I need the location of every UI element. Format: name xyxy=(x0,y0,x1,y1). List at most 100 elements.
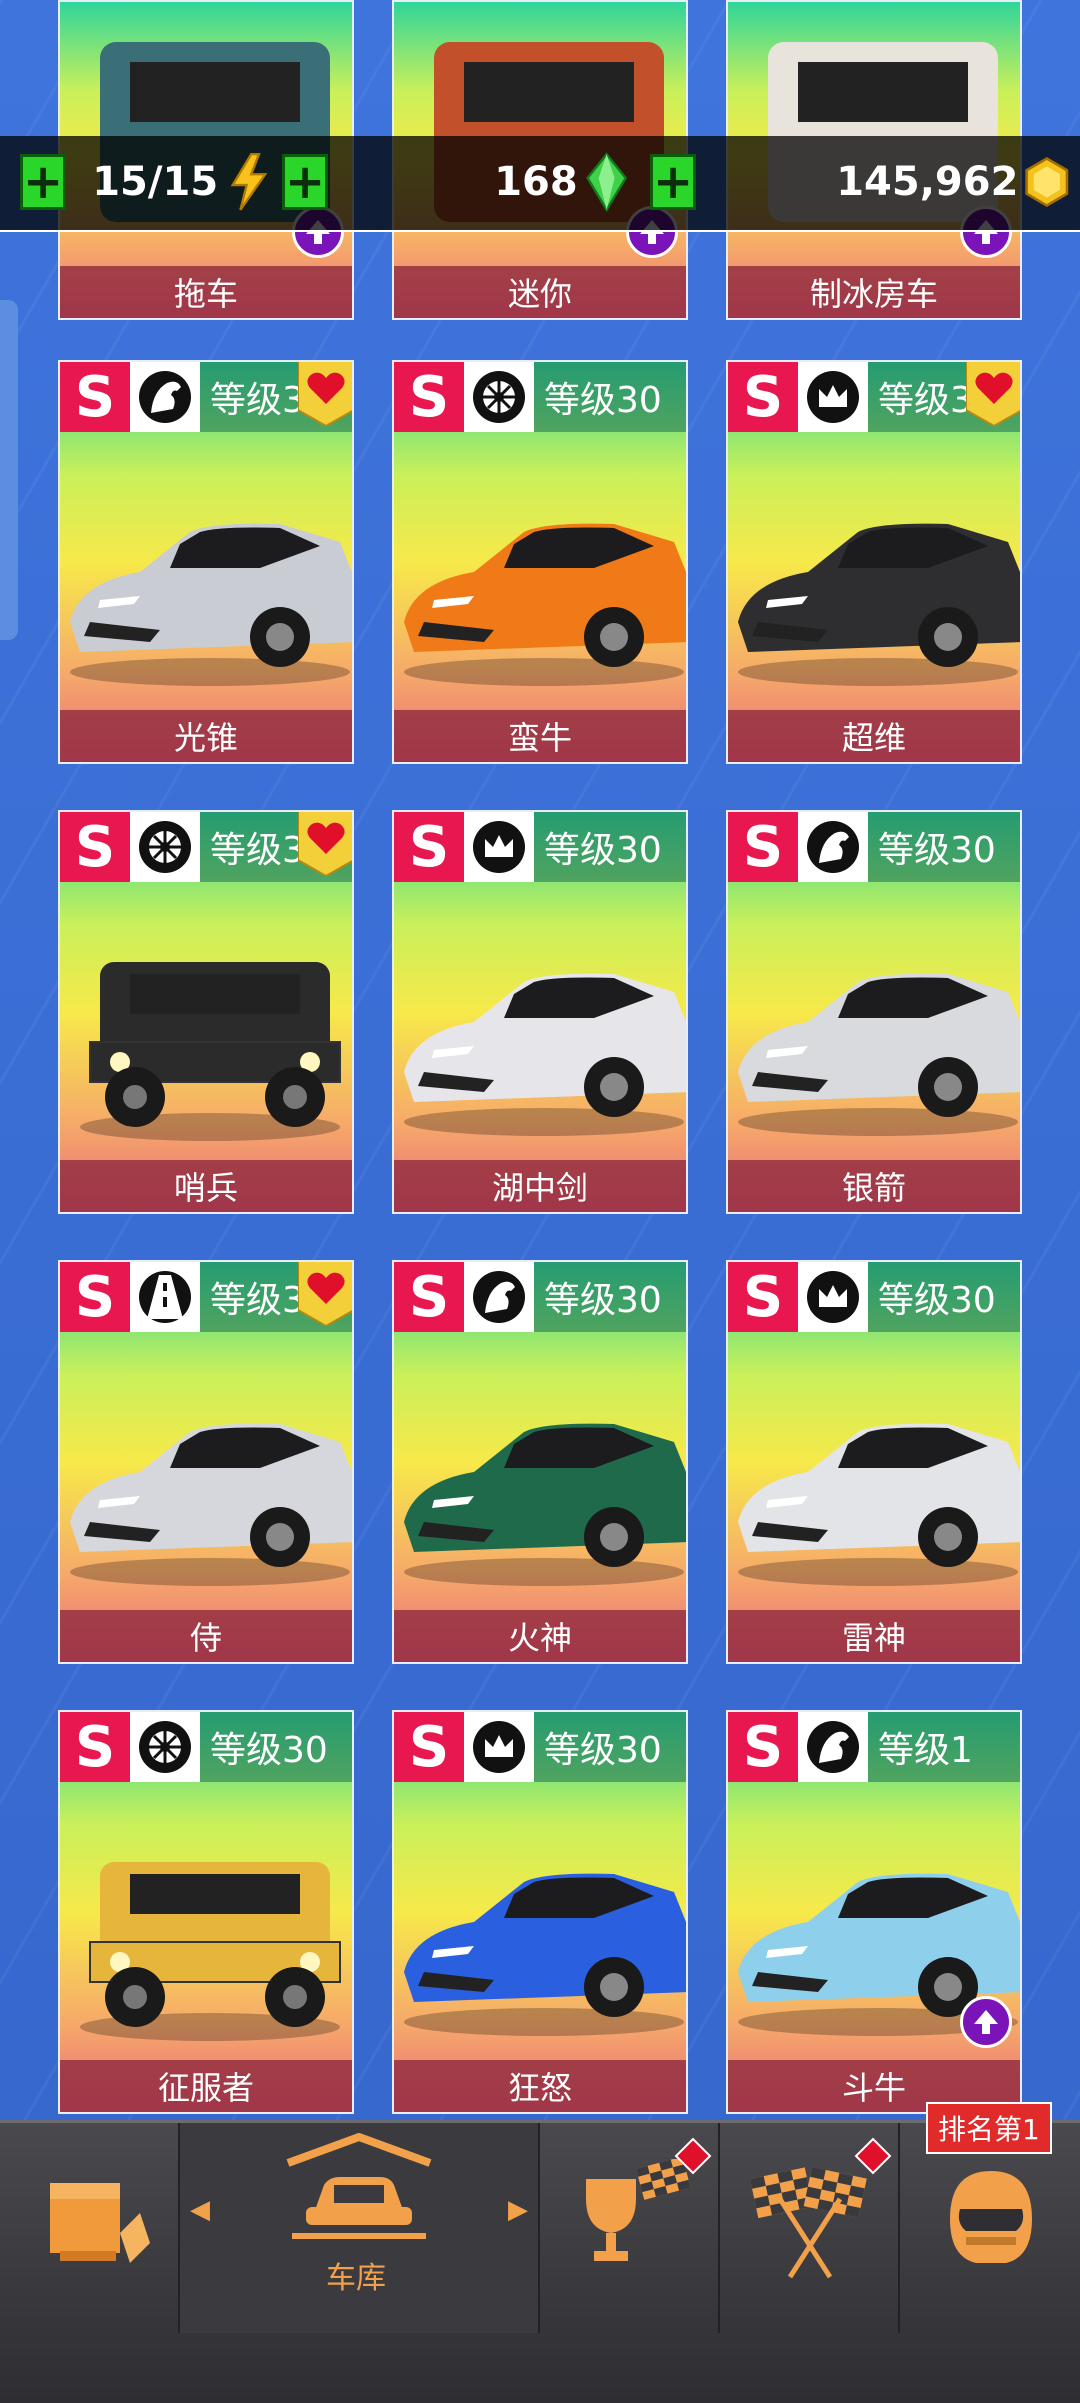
checkered-flags-icon xyxy=(750,2167,867,2279)
coin-icon xyxy=(1025,157,1069,207)
car-image xyxy=(60,1822,352,2052)
wheel-icon xyxy=(130,1712,200,1782)
garage-car-icon xyxy=(286,2133,432,2239)
card-badges: S 等级30 xyxy=(728,1262,1020,1332)
rank-badge-s: S xyxy=(60,1712,130,1782)
car-name: 迷你 xyxy=(394,266,686,318)
card-badges: S 等级30 xyxy=(394,1712,686,1782)
car-card[interactable]: S 等级30 银箭 xyxy=(726,810,1022,1214)
helmet-icon xyxy=(950,2171,1032,2263)
gems-resource: + 168 xyxy=(282,150,627,214)
favorite-heart-icon[interactable] xyxy=(297,362,352,428)
car-card[interactable]: S 等级30 雷神 xyxy=(726,1260,1022,1664)
rank-badge-s: S xyxy=(728,1262,798,1332)
car-image xyxy=(394,472,686,702)
chevron-left-icon[interactable]: ◀ xyxy=(190,2195,210,2225)
car-card[interactable]: S 等级3 侍 xyxy=(58,1260,354,1664)
car-image xyxy=(394,1372,686,1602)
bottom-navigation: ◀ 车库 ▶ xyxy=(0,2120,1080,2403)
rank-badge-s: S xyxy=(60,812,130,882)
upgrade-available-icon xyxy=(960,1996,1012,2048)
car-level: 等级30 xyxy=(534,812,686,882)
car-level: 等级30 xyxy=(534,1262,686,1332)
chevron-right-icon[interactable]: ▶ xyxy=(508,2195,528,2225)
car-level: 等级30 xyxy=(200,1712,352,1782)
car-name: 哨兵 xyxy=(60,1160,352,1212)
car-name: 雷神 xyxy=(728,1610,1020,1662)
car-name: 超维 xyxy=(728,710,1020,762)
car-image xyxy=(60,1372,352,1602)
car-name: 火神 xyxy=(394,1610,686,1662)
favorite-heart-icon[interactable] xyxy=(297,812,352,878)
gems-value: 168 xyxy=(494,159,578,205)
trophy-flag-icon xyxy=(586,2159,691,2261)
car-card[interactable]: S 等级30 狂怒 xyxy=(392,1710,688,2114)
favorite-heart-icon[interactable] xyxy=(965,362,1020,428)
add-gems-button[interactable]: + xyxy=(282,154,329,210)
car-name: 拖车 xyxy=(60,266,352,318)
nav-garage[interactable]: ◀ 车库 ▶ xyxy=(180,2123,540,2333)
crown-icon xyxy=(798,1262,868,1332)
car-grid: 拖车 迷你 制冰房车 S 等级3 光锥 S 等级30 蛮牛 S 等级3 超维 S 等级3 哨兵 S 等级30 湖中… xyxy=(0,0,1080,2120)
nav-events[interactable] xyxy=(540,2123,720,2333)
rank-badge-s: S xyxy=(60,1262,130,1332)
nav-shop[interactable] xyxy=(0,2123,180,2333)
car-card[interactable]: S 等级30 征服者 xyxy=(58,1710,354,2114)
car-card[interactable]: S 等级3 哨兵 xyxy=(58,810,354,1214)
car-card[interactable]: S 等级1 斗牛 xyxy=(726,1710,1022,2114)
card-badges: S 等级1 xyxy=(728,1712,1020,1782)
rank-badge-s: S xyxy=(394,1262,464,1332)
crown-icon xyxy=(464,812,534,882)
car-card[interactable]: S 等级30 蛮牛 xyxy=(392,360,688,764)
horse-icon xyxy=(798,1712,868,1782)
car-level: 等级30 xyxy=(868,812,1020,882)
nav-race[interactable] xyxy=(720,2123,900,2333)
energy-resource: + 15/15 xyxy=(20,150,270,214)
rank-badge-s: S xyxy=(728,1712,798,1782)
rank-badge-s: S xyxy=(60,362,130,432)
car-image xyxy=(728,1372,1020,1602)
lightning-icon xyxy=(230,152,268,211)
horse-icon xyxy=(464,1262,534,1332)
gem-icon xyxy=(585,152,627,213)
coins-value: 145,962 xyxy=(836,159,1019,205)
card-badges: S 等级30 xyxy=(394,1262,686,1332)
car-level: 等级30 xyxy=(534,1712,686,1782)
wheel-icon xyxy=(464,362,534,432)
car-name: 湖中剑 xyxy=(394,1160,686,1212)
car-card[interactable]: S 等级3 光锥 xyxy=(58,360,354,764)
car-image xyxy=(60,922,352,1152)
car-card[interactable]: S 等级30 湖中剑 xyxy=(392,810,688,1214)
add-coins-button[interactable]: + xyxy=(650,154,697,210)
add-energy-button[interactable]: + xyxy=(20,154,67,210)
wheel-icon xyxy=(130,812,200,882)
car-level: 等级1 xyxy=(868,1712,1020,1782)
nav-profile[interactable] xyxy=(900,2123,1080,2333)
coins-resource: + 145,962 xyxy=(650,150,1070,214)
car-level: 等级30 xyxy=(534,362,686,432)
car-image xyxy=(394,922,686,1152)
rank-badge-s: S xyxy=(394,1712,464,1782)
car-name: 银箭 xyxy=(728,1160,1020,1212)
car-name: 光锥 xyxy=(60,710,352,762)
card-badges: S 等级30 xyxy=(728,812,1020,882)
rank-badge-s: S xyxy=(728,362,798,432)
favorite-heart-icon[interactable] xyxy=(297,1262,352,1328)
car-card[interactable]: S 等级30 火神 xyxy=(392,1260,688,1664)
card-badges: S 等级30 xyxy=(60,1712,352,1782)
car-level: 等级30 xyxy=(868,1262,1020,1332)
card-badges: S 等级30 xyxy=(394,812,686,882)
crown-icon xyxy=(464,1712,534,1782)
crown-icon xyxy=(798,362,868,432)
car-image xyxy=(728,472,1020,702)
resource-bar: + 15/15 + 168 + 145,962 xyxy=(0,136,1080,232)
energy-value: 15/15 xyxy=(92,159,219,205)
car-name: 狂怒 xyxy=(394,2060,686,2112)
road-icon xyxy=(130,1262,200,1332)
rank-badge-s: S xyxy=(728,812,798,882)
horse-icon xyxy=(130,362,200,432)
card-badges: S 等级30 xyxy=(394,362,686,432)
car-card[interactable]: S 等级3 超维 xyxy=(726,360,1022,764)
car-image xyxy=(60,472,352,702)
car-image xyxy=(728,922,1020,1152)
